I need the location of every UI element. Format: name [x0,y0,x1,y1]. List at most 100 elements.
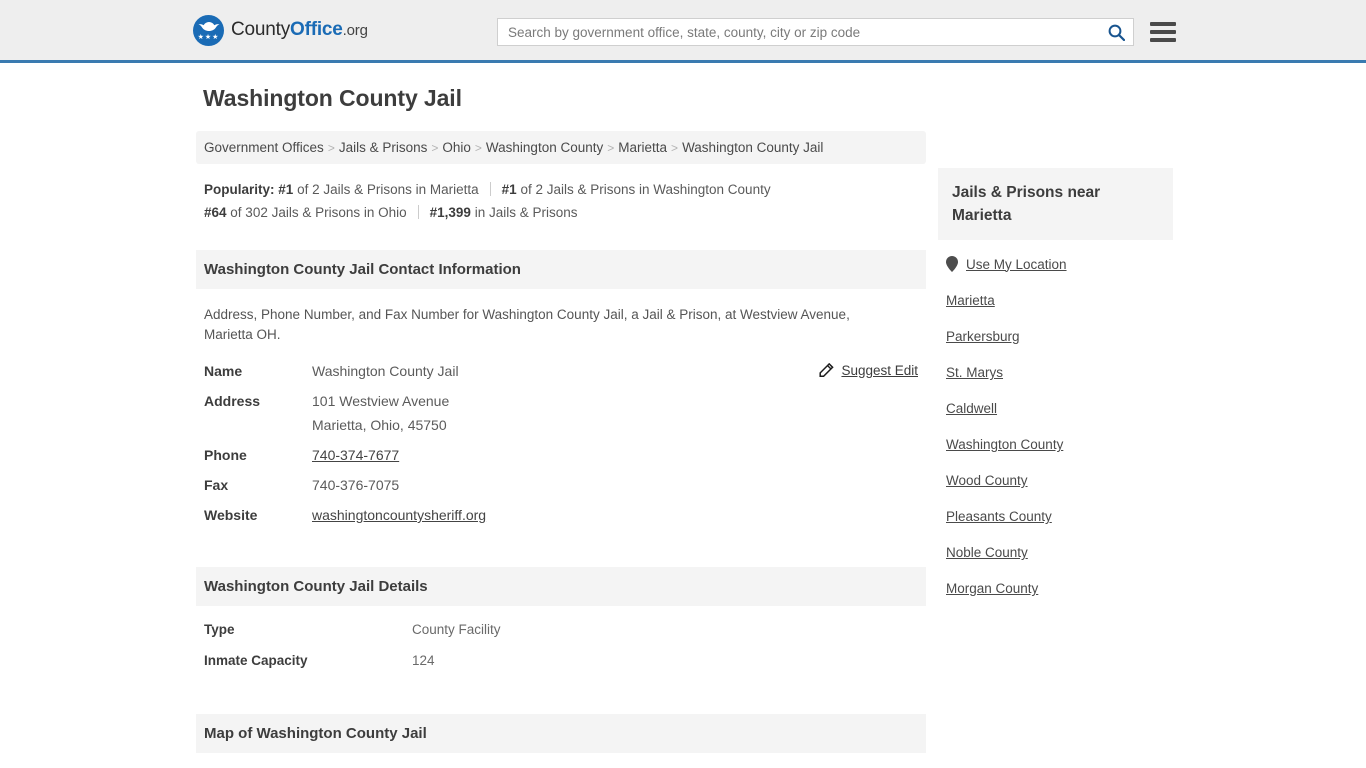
sidebar-link[interactable]: Parkersburg [946,329,1020,344]
popularity-text: in Jails & Prisons [474,205,578,220]
breadcrumb-separator: > [671,141,679,155]
sidebar-link[interactable]: Morgan County [946,581,1038,596]
sidebar-link[interactable]: Wood County [946,473,1028,488]
contact-value: washingtoncountysheriff.org [312,507,486,523]
contact-key: Phone [204,447,247,463]
sidebar-link[interactable]: Pleasants County [946,509,1052,524]
map-panel: Map of Washington County Jail View map o… [196,714,926,768]
contact-key: Website [204,507,258,523]
hamburger-menu-icon[interactable] [1150,19,1176,45]
sidebar: Jails & Prisons near Marietta Use My Loc… [938,168,1173,617]
breadcrumb-separator: > [474,141,482,155]
search-input[interactable] [498,19,1099,45]
use-my-location-link[interactable]: Use My Location [966,257,1067,272]
contact-key: Fax [204,477,229,493]
sidebar-link[interactable]: Noble County [946,545,1028,560]
contact-panel-body: Address, Phone Number, and Fax Number fo… [196,289,926,541]
sidebar-link[interactable]: Washington County [946,437,1063,452]
search-box[interactable] [497,18,1134,46]
details-row-type: Type County Facility [204,622,918,637]
popularity-divider [417,205,419,219]
popularity-entry-3: #1,399 in Jails & Prisons [430,205,578,220]
popularity-entry-2: #64 of 302 Jails & Prisons in Ohio [204,205,407,220]
breadcrumb-item-2[interactable]: Ohio [442,140,471,155]
map-pin-icon [946,256,958,272]
logo-text-org: .org [342,22,368,39]
breadcrumb-item-0[interactable]: Government Offices [204,140,324,155]
eagle-glyph [198,21,219,31]
contact-description: Address, Phone Number, and Fax Number fo… [204,307,850,342]
contact-value: 740-374-7677 [312,447,399,463]
contact-row-website: Website washingtoncountysheriff.org [204,507,918,523]
sidebar-item-noble-county[interactable]: Noble County [946,545,1173,560]
breadcrumb-item-3[interactable]: Washington County [486,140,603,155]
search-icon [1108,24,1125,41]
details-key: Inmate Capacity [204,653,308,668]
logo-text-county: County [231,19,291,40]
breadcrumb-separator: > [327,141,335,155]
popularity-label: Popularity: [204,182,275,197]
sidebar-link[interactable]: St. Marys [946,365,1003,380]
sidebar-link[interactable]: Marietta [946,293,995,308]
details-row-inmate-capacity: Inmate Capacity 124 [204,653,918,668]
suggest-edit-button[interactable]: Suggest Edit [819,363,918,378]
sidebar-item-st-marys[interactable]: St. Marys [946,365,1173,380]
details-panel-heading: Washington County Jail Details [196,567,926,606]
contact-row-phone: Phone 740-374-7677 [204,447,918,463]
sidebar-item-caldwell[interactable]: Caldwell [946,401,1173,416]
breadcrumb-item-current: Washington County Jail [682,140,824,155]
breadcrumb-item-1[interactable]: Jails & Prisons [339,140,428,155]
contact-information-panel: Washington County Jail Contact Informati… [196,250,926,541]
breadcrumb-separator: > [607,141,615,155]
breadcrumb-separator: > [431,141,439,155]
popularity-divider [489,182,491,196]
sidebar-link[interactable]: Caldwell [946,401,997,416]
website-link[interactable]: washingtoncountysheriff.org [312,507,486,523]
contact-value: Washington County Jail [312,363,459,379]
popularity-text: of 2 Jails & Prisons in Washington Count… [520,182,771,197]
suggest-edit-label: Suggest Edit [841,363,918,378]
contact-row-name: Name Washington County Jail [204,363,918,379]
sidebar-item-morgan-county[interactable]: Morgan County [946,581,1173,596]
site-header: ★★★ CountyOffice.org [0,0,1366,63]
sidebar-item-marietta[interactable]: Marietta [946,293,1173,308]
contact-value: 101 Westview Avenue [312,393,450,409]
sidebar-item-use-my-location[interactable]: Use My Location [946,256,1173,272]
contact-row-fax: Fax 740-376-7075 [204,477,918,493]
page-title: Washington County Jail [203,85,462,111]
hamburger-bar-1 [1150,22,1176,26]
search-button[interactable] [1099,19,1133,45]
contact-key: Name [204,363,243,379]
popularity-entry-1: #1 of 2 Jails & Prisons in Washington Co… [502,182,771,197]
popularity-text: of 2 Jails & Prisons in Marietta [297,182,479,197]
sidebar-item-pleasants-county[interactable]: Pleasants County [946,509,1173,524]
popularity-row: Popularity: #1 of 2 Jails & Prisons in M… [204,178,904,224]
stars-glyph: ★★★ [197,33,220,41]
details-value: County Facility [412,622,501,637]
contact-table: Suggest Edit Name Washington County Jail… [204,363,918,523]
popularity-text: of 302 Jails & Prisons in Ohio [230,205,407,220]
details-value: 124 [412,653,435,668]
logo-text-office: Office [290,19,343,40]
pencil-edit-icon [819,363,835,378]
hamburger-bar-2 [1150,30,1176,34]
sidebar-item-parkersburg[interactable]: Parkersburg [946,329,1173,344]
breadcrumb: Government Offices > Jails & Prisons > Ohio >… [196,131,926,164]
popularity-rank: #1 [278,182,294,197]
sidebar-item-wood-county[interactable]: Wood County [946,473,1173,488]
popularity-rank: #1 [501,182,517,197]
map-panel-heading: Map of Washington County Jail [196,714,926,753]
eagle-seal-icon: ★★★ [193,14,224,46]
phone-link[interactable]: 740-374-7677 [312,447,399,463]
site-logo[interactable]: ★★★ CountyOffice.org [193,14,368,46]
popularity-rank: #64 [204,205,227,220]
hamburger-bar-3 [1150,38,1176,42]
details-panel-body: Type County Facility Inmate Capacity 124 [196,606,926,688]
details-key: Type [204,622,235,637]
contact-key: Address [204,393,261,409]
breadcrumb-item-4[interactable]: Marietta [618,140,667,155]
main-content: Washington County Jail Government Office… [196,85,926,768]
sidebar-item-washington-county[interactable]: Washington County [946,437,1173,452]
map-panel-body: View map of Washington County Jail, and … [196,753,926,768]
details-panel: Washington County Jail Details Type Coun… [196,567,926,688]
